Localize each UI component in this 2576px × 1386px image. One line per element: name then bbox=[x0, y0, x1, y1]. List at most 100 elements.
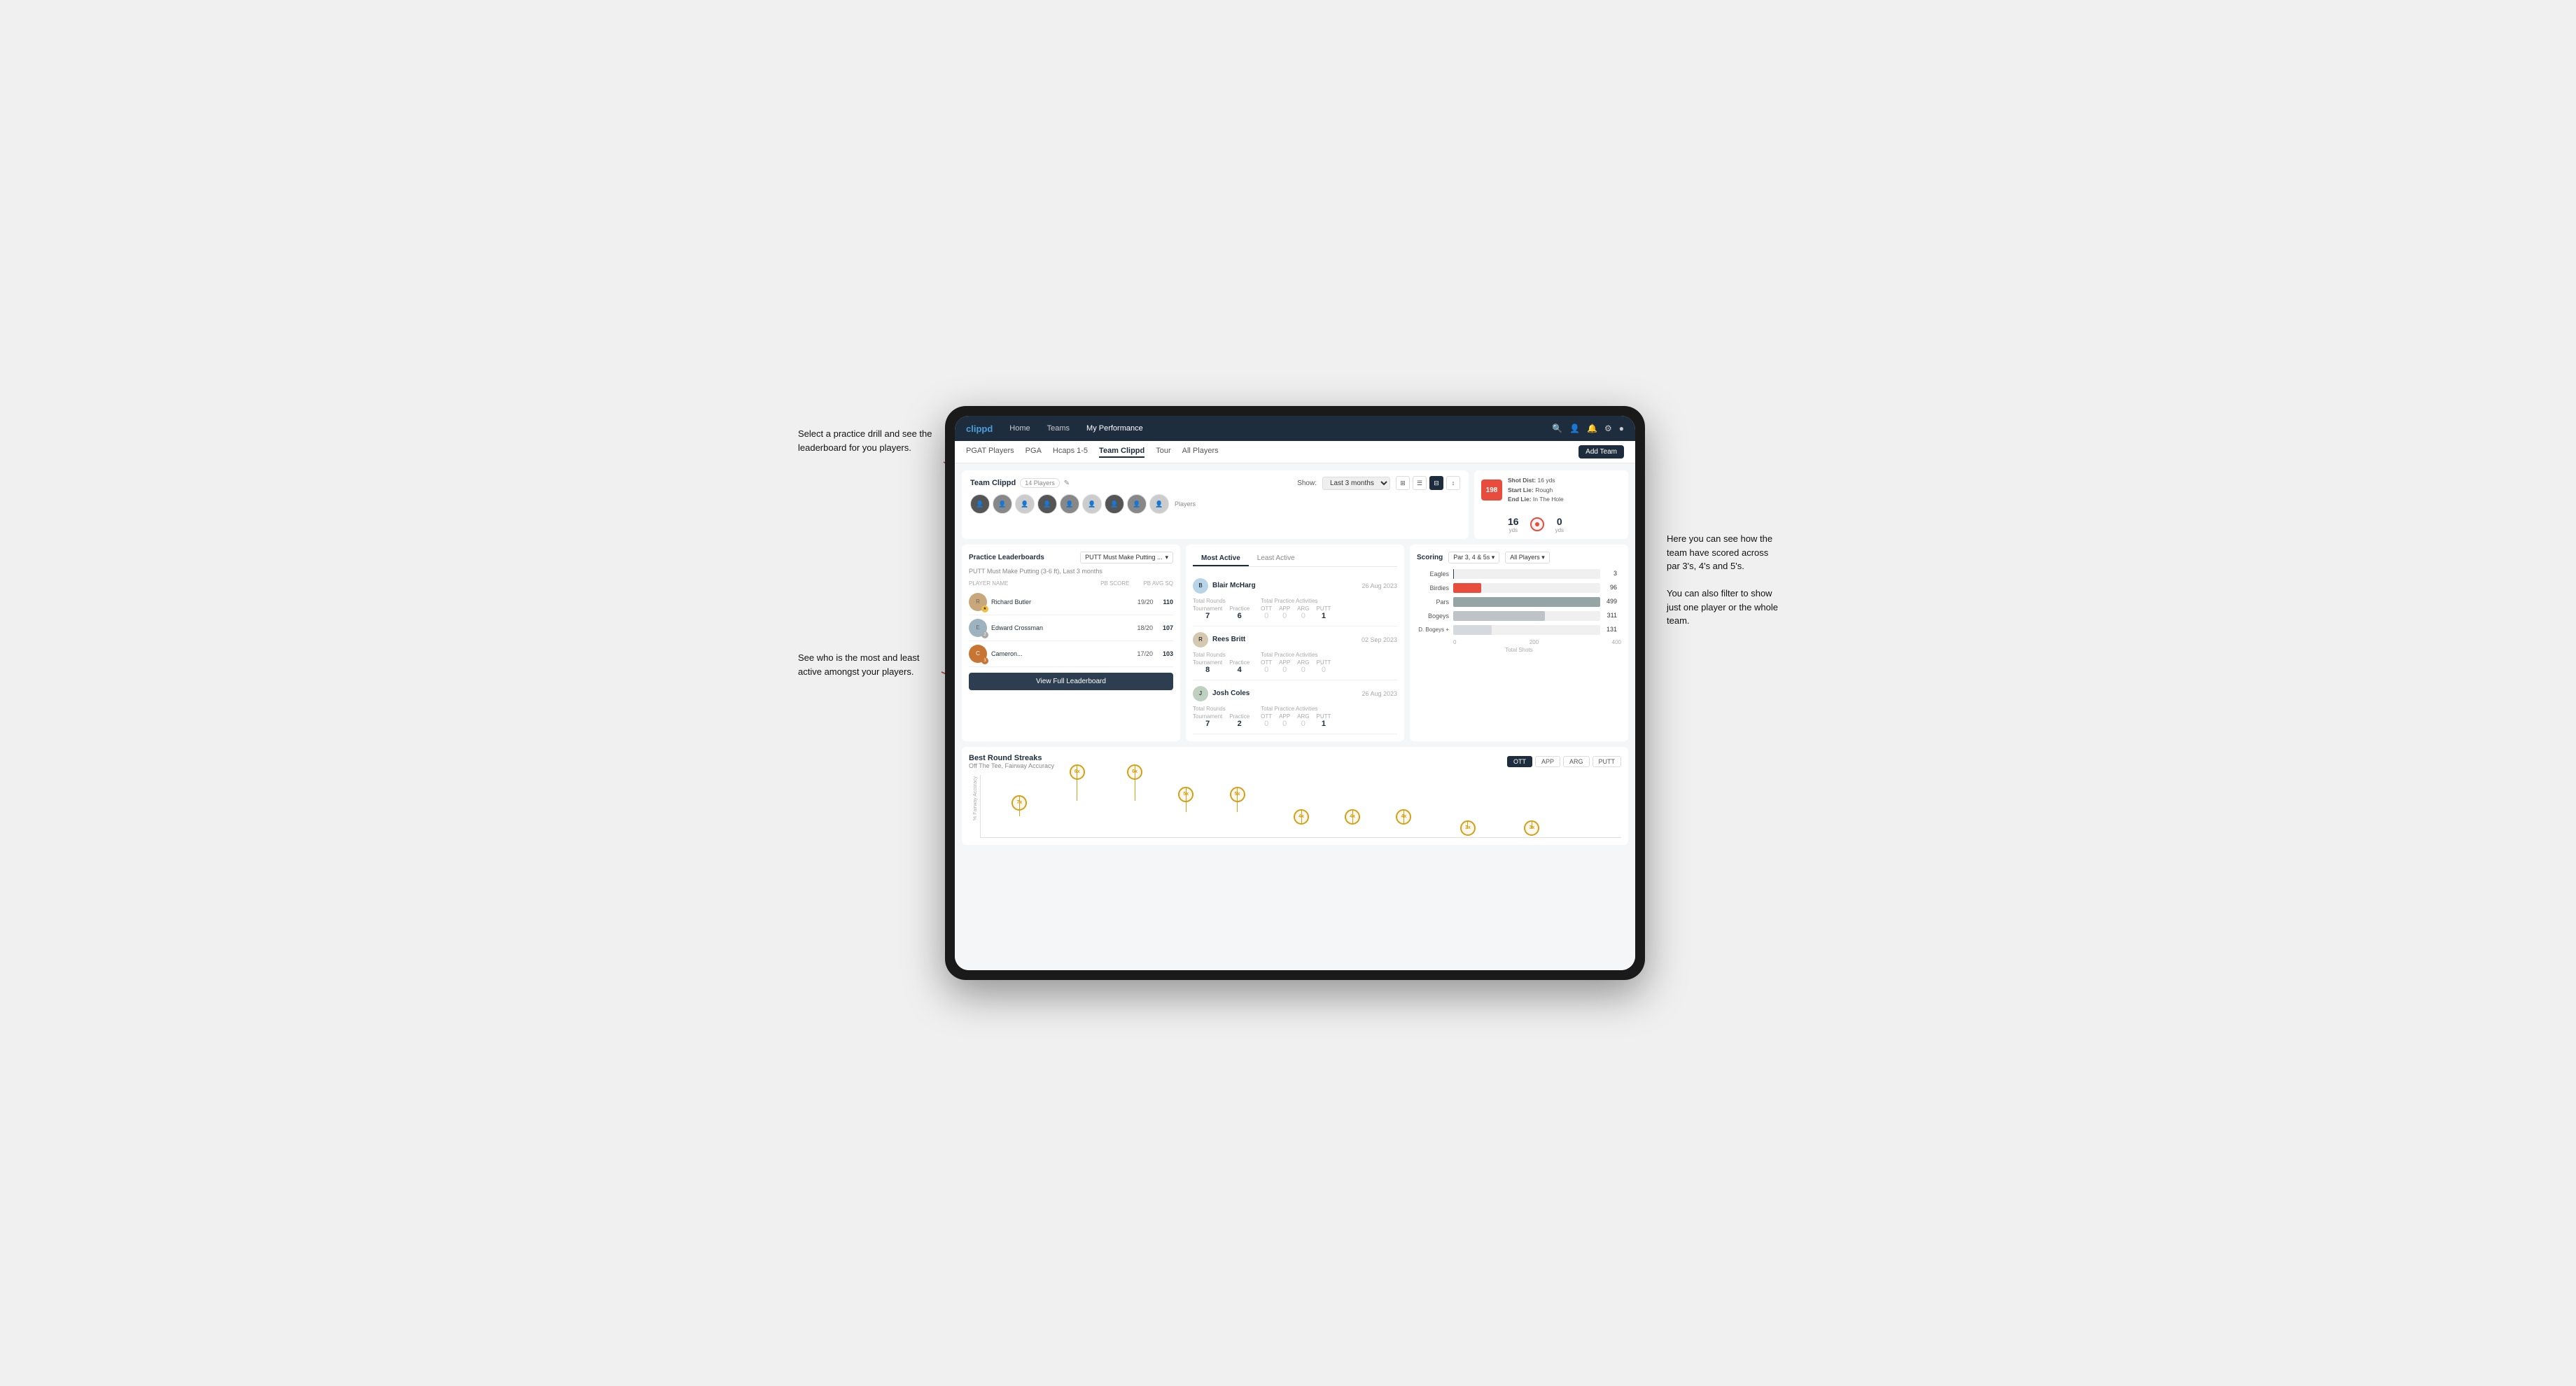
grid-icon[interactable]: ⊞ bbox=[1396, 476, 1410, 490]
lb-col-headers: PLAYER NAME PB SCORE PB AVG SQ bbox=[969, 580, 1173, 587]
putt-val-2: 0 bbox=[1317, 666, 1331, 674]
streak-bubble-3x-2: 3x bbox=[1524, 820, 1539, 836]
lb-row-1: R ★ Richard Butler 19/20 110 bbox=[969, 589, 1173, 615]
annotation-tr-text3: par 3's, 4's and 5's. bbox=[1667, 561, 1744, 571]
streak-bubble-5x-1: 5x bbox=[1178, 787, 1194, 802]
arg-label-1: ARG bbox=[1297, 606, 1309, 612]
total-rounds-group-1: Total Rounds Tournament 7 Practice bbox=[1193, 598, 1250, 620]
pa-date-1: 26 Aug 2023 bbox=[1362, 582, 1397, 589]
person-icon[interactable]: 👤 bbox=[1569, 424, 1580, 433]
lb-avg-2: 107 bbox=[1163, 624, 1173, 631]
edit-team-icon[interactable]: ✎ bbox=[1064, 479, 1070, 487]
app-val-1: 0 bbox=[1279, 612, 1290, 620]
ott-label-1: OTT bbox=[1261, 606, 1272, 612]
subnav-links: PGAT Players PGA Hcaps 1-5 Team Clippd T… bbox=[966, 447, 1578, 458]
shot-badge-val: 198 bbox=[1486, 486, 1498, 494]
annotation-bottom-left: See who is the most and least active amo… bbox=[798, 651, 938, 678]
annotation-br-text1: You can also filter to show bbox=[1667, 588, 1772, 598]
shot-badge: 198 bbox=[1481, 479, 1502, 500]
scoring-bar-chart: Eagles 3 Birdies 96 bbox=[1417, 569, 1621, 635]
dbogeys-label: D. Bogeys + bbox=[1417, 626, 1449, 633]
tab-least-active[interactable]: Least Active bbox=[1249, 552, 1303, 566]
pa-stats-2: Total Rounds Tournament 8 Practice bbox=[1193, 652, 1397, 674]
pa-date-2: 02 Sep 2023 bbox=[1362, 636, 1397, 643]
subnav-tour[interactable]: Tour bbox=[1156, 447, 1170, 458]
lb-score-3: 17/20 bbox=[1137, 650, 1153, 657]
lb-badge-bronze: 3 bbox=[981, 657, 988, 664]
bar-eagles: Eagles 3 bbox=[1417, 569, 1600, 579]
avatar-8: 👤 bbox=[1127, 494, 1147, 514]
lb-dropdown[interactable]: PUTT Must Make Putting ... ▾ bbox=[1080, 552, 1173, 564]
end-lie-val: In The Hole bbox=[1533, 496, 1564, 503]
yards-2: 0 yds bbox=[1555, 516, 1564, 533]
avatar-4: 👤 bbox=[1037, 494, 1057, 514]
lb-name-3: Cameron... bbox=[991, 650, 1133, 657]
streak-chart: 7x 6x 6x bbox=[980, 775, 1621, 838]
add-team-button[interactable]: Add Team bbox=[1578, 445, 1624, 458]
subnav-all-players[interactable]: All Players bbox=[1182, 447, 1219, 458]
subnav-pga[interactable]: PGA bbox=[1026, 447, 1042, 458]
subnav-hcaps[interactable]: Hcaps 1-5 bbox=[1053, 447, 1088, 458]
total-rounds-label-3: Total Rounds bbox=[1193, 706, 1250, 712]
bar-dbogeys: D. Bogeys + 131 bbox=[1417, 625, 1600, 635]
streak-bubble-4x-2: 4x bbox=[1345, 809, 1360, 825]
card-icon[interactable]: ⊟ bbox=[1429, 476, 1443, 490]
scoring-header: Scoring Par 3, 4 & 5s ▾ All Players ▾ bbox=[1417, 552, 1621, 564]
pa-stats-3: Total Rounds Tournament 7 Practice bbox=[1193, 706, 1397, 728]
total-rounds-label-2: Total Rounds bbox=[1193, 652, 1250, 658]
yards-1: 16 yds bbox=[1508, 516, 1519, 533]
nav-home[interactable]: Home bbox=[1007, 424, 1032, 433]
total-practice-label-1: Total Practice Activities bbox=[1261, 598, 1331, 604]
total-practice-group-1: Total Practice Activities OTT 0 APP bbox=[1261, 598, 1331, 620]
streaks-title: Best Round Streaks bbox=[969, 754, 1054, 762]
bubble-5x-2: 5x bbox=[1237, 787, 1238, 812]
pa-stats-1: Total Rounds Tournament 7 Practice bbox=[1193, 598, 1397, 620]
sort-icon[interactable]: ↕ bbox=[1446, 476, 1460, 490]
bell-icon[interactable]: 🔔 bbox=[1587, 424, 1597, 433]
user-avatar-icon[interactable]: ● bbox=[1619, 424, 1624, 433]
show-select[interactable]: Last 3 months Last 6 months Last year bbox=[1322, 477, 1390, 490]
tablet: clippd Home Teams My Performance 🔍 👤 🔔 ⚙… bbox=[945, 406, 1645, 980]
settings-icon[interactable]: ⚙ bbox=[1604, 424, 1612, 433]
tab-arg[interactable]: ARG bbox=[1563, 756, 1590, 767]
arg-val-3: 0 bbox=[1297, 720, 1309, 728]
annotation-top-left: Select a practice drill and see the lead… bbox=[798, 427, 938, 454]
annotation-br-text3: team. bbox=[1667, 615, 1690, 626]
nav-teams[interactable]: Teams bbox=[1044, 424, 1072, 433]
search-icon[interactable]: 🔍 bbox=[1552, 424, 1562, 433]
show-label: Show: bbox=[1297, 479, 1317, 487]
tab-putt[interactable]: PUTT bbox=[1592, 756, 1622, 767]
bar-bogeys: Bogeys 311 bbox=[1417, 611, 1600, 621]
three-cols: Practice Leaderboards PUTT Must Make Put… bbox=[962, 545, 1628, 741]
tab-most-active[interactable]: Most Active bbox=[1193, 552, 1249, 566]
scoring-filter-players[interactable]: All Players ▾ bbox=[1505, 552, 1550, 564]
activity-card: Most Active Least Active B Blair McHarg … bbox=[1186, 545, 1404, 741]
birdies-value: 96 bbox=[1610, 584, 1617, 591]
tab-ott[interactable]: OTT bbox=[1507, 756, 1532, 767]
streak-bubble-4x-3: 4x bbox=[1396, 809, 1411, 825]
chart-xaxis: 0 200 400 bbox=[1417, 639, 1621, 645]
page-wrapper: Select a practice drill and see the lead… bbox=[798, 392, 1778, 994]
subnav-team[interactable]: Team Clippd bbox=[1099, 447, 1144, 458]
annotation-tl-text: Select a practice drill and see the lead… bbox=[798, 428, 932, 453]
streaks-header: Best Round Streaks Off The Tee, Fairway … bbox=[969, 754, 1621, 769]
list-icon[interactable]: ☰ bbox=[1413, 476, 1427, 490]
putt-val-1: 1 bbox=[1317, 612, 1331, 620]
scoring-filter-par[interactable]: Par 3, 4 & 5s ▾ bbox=[1448, 552, 1499, 564]
dbogeys-value: 131 bbox=[1606, 626, 1617, 633]
main-content: Team Clippd 14 Players ✎ Show: Last 3 mo… bbox=[955, 463, 1635, 970]
subnav-pgat[interactable]: PGAT Players bbox=[966, 447, 1014, 458]
practice-label-1: Practice bbox=[1229, 606, 1250, 612]
bar-birdies: Birdies 96 bbox=[1417, 583, 1600, 593]
streak-bubble-4x-1: 4x bbox=[1294, 809, 1309, 825]
lb-score-2: 18/20 bbox=[1137, 624, 1153, 631]
view-full-leaderboard-button[interactable]: View Full Leaderboard bbox=[969, 673, 1173, 690]
chart-xlabel: Total Shots bbox=[1417, 647, 1621, 653]
annotation-bl-text: See who is the most and least active amo… bbox=[798, 652, 919, 677]
tab-app[interactable]: APP bbox=[1535, 756, 1560, 767]
app-label-1: APP bbox=[1279, 606, 1290, 612]
lb-subtitle: PUTT Must Make Putting (3-6 ft), Last 3 … bbox=[969, 568, 1173, 575]
tournament-val-3: 7 bbox=[1193, 720, 1222, 728]
lb-title: Practice Leaderboards bbox=[969, 554, 1044, 561]
nav-performance[interactable]: My Performance bbox=[1084, 424, 1146, 433]
